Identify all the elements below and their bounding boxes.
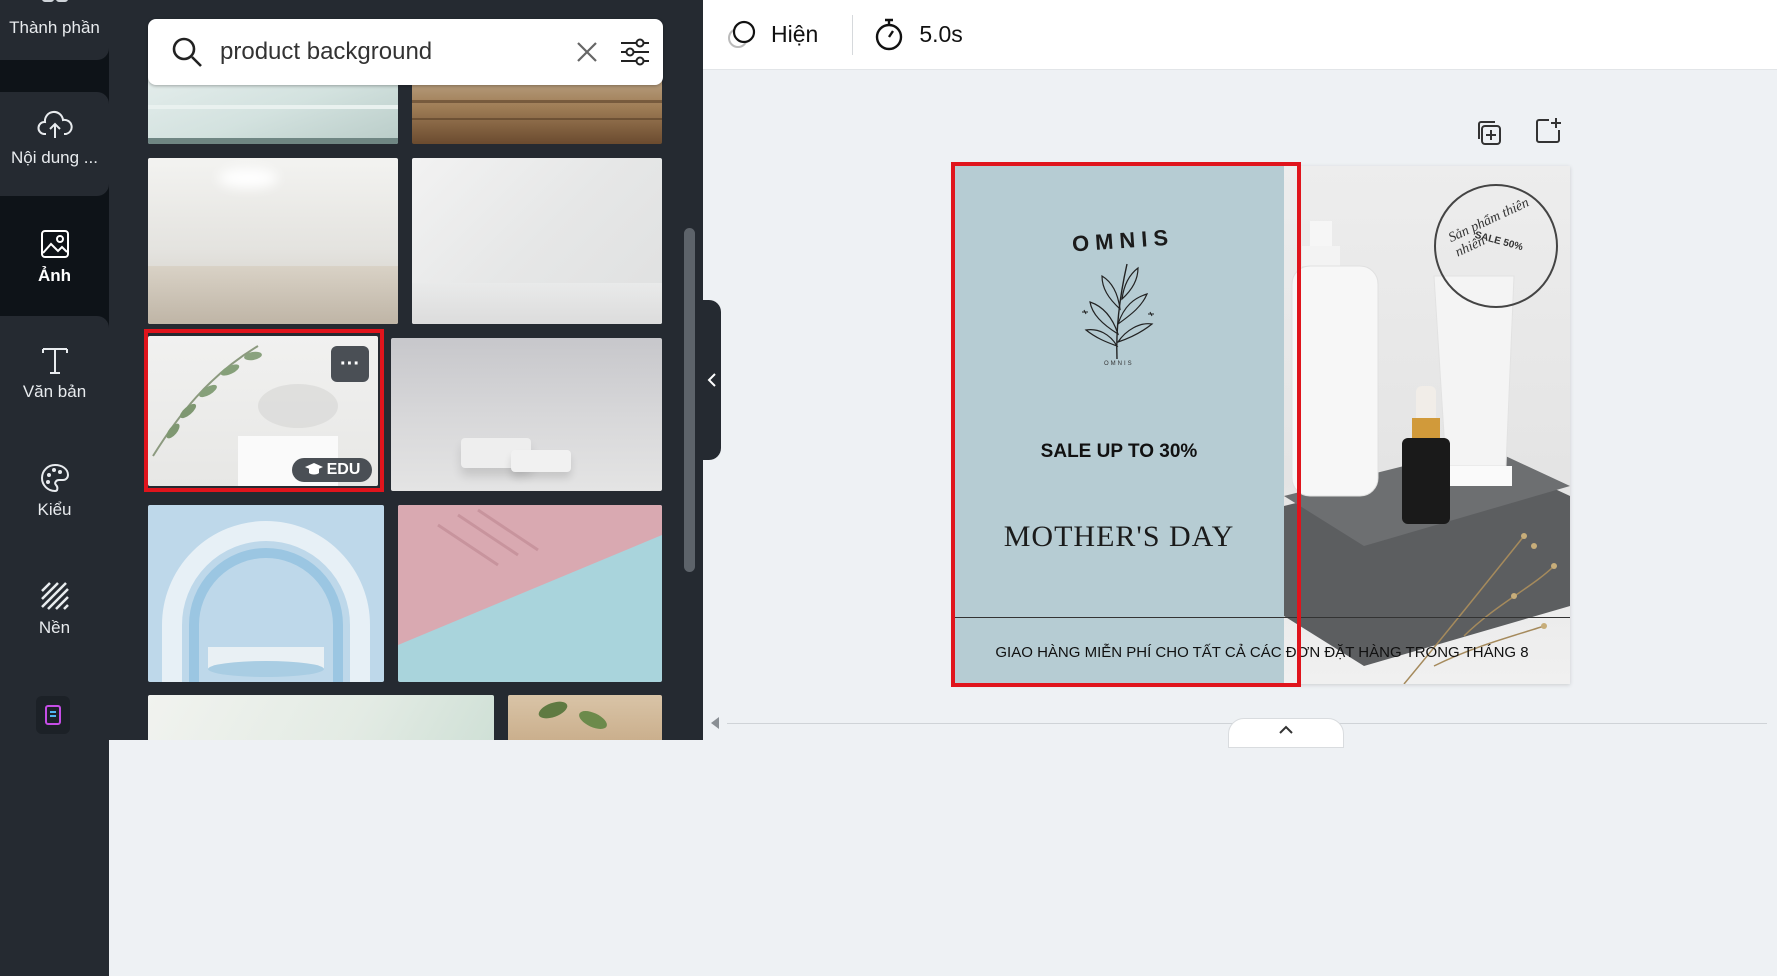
rail-item-elements[interactable]: Thành phần: [0, 0, 109, 60]
rail-item-uploads[interactable]: Nội dung ...: [0, 92, 109, 196]
add-page-button[interactable]: [1533, 116, 1563, 151]
rail-label: Ảnh: [37, 266, 72, 285]
duration-label: 5.0s: [919, 21, 963, 47]
background-icon: [40, 582, 69, 610]
rail-label: Nội dung ...: [11, 148, 98, 167]
app-logo-icon[interactable]: [36, 696, 70, 734]
rail-item-photos[interactable]: Ảnh: [0, 210, 109, 314]
photo-result[interactable]: [391, 338, 662, 491]
rail-label: Văn bản: [22, 382, 87, 401]
image-icon: [40, 230, 69, 258]
animate-button[interactable]: Hiện: [725, 18, 818, 52]
photo-result[interactable]: [148, 158, 398, 324]
search-bar[interactable]: product background: [148, 19, 663, 85]
upload-cloud-icon: [37, 111, 73, 138]
rail-item-text-btn[interactable]: Văn bản: [0, 344, 109, 444]
animate-label: Hiện: [771, 21, 819, 47]
photos-panel: product background ··· EDU: [109, 0, 703, 740]
animate-icon: [728, 20, 756, 48]
collapse-panel-button[interactable]: [703, 300, 721, 460]
toolbar-divider: [852, 14, 854, 55]
chevron-up-icon: [1279, 725, 1293, 734]
search-input[interactable]: product background: [220, 38, 567, 66]
rail-label: Kiểu: [37, 500, 72, 519]
stopwatch-icon: [876, 18, 903, 50]
side-rail: Thành phần Nội dung ... Ảnh Văn bản Kiểu: [0, 0, 109, 976]
photo-result[interactable]: [148, 695, 494, 740]
add-page-icon: [1536, 118, 1561, 143]
rail-label: Thành phần: [9, 18, 100, 37]
duplicate-icon: [1478, 121, 1501, 145]
elements-icon: [41, 0, 68, 2]
stamp-badge[interactable]: Sản phẩm thiên nhiên SALE 50%: [1434, 184, 1558, 308]
search-icon: [172, 37, 202, 67]
filter-sliders-icon: [621, 38, 649, 66]
photo-result[interactable]: [398, 505, 662, 682]
canvas-selection-highlight: [951, 162, 1301, 687]
rail-label: Nền: [38, 618, 71, 637]
photo-result[interactable]: [412, 158, 662, 324]
scroll-left-icon[interactable]: [709, 716, 721, 730]
rail-item-background[interactable]: Nền: [0, 580, 109, 680]
clear-search-button[interactable]: [567, 40, 607, 64]
close-icon: [577, 42, 597, 62]
filter-button[interactable]: [607, 37, 663, 67]
panel-scrollbar[interactable]: [684, 228, 695, 572]
text-icon: [41, 348, 68, 374]
show-pages-button[interactable]: [1228, 718, 1344, 748]
photo-result[interactable]: [508, 695, 662, 740]
duration-button[interactable]: 5.0s: [873, 17, 963, 53]
stamp-script-text: Sản phẩm thiên nhiên: [1446, 195, 1532, 261]
palette-icon: [40, 463, 69, 493]
editor-toolbar: Hiện 5.0s: [703, 0, 1777, 70]
chevron-left-icon: [707, 373, 716, 387]
selection-highlight: [144, 329, 384, 492]
duplicate-page-button[interactable]: [1474, 118, 1504, 153]
photo-result[interactable]: [148, 505, 384, 682]
rail-item-styles[interactable]: Kiểu: [0, 462, 109, 562]
